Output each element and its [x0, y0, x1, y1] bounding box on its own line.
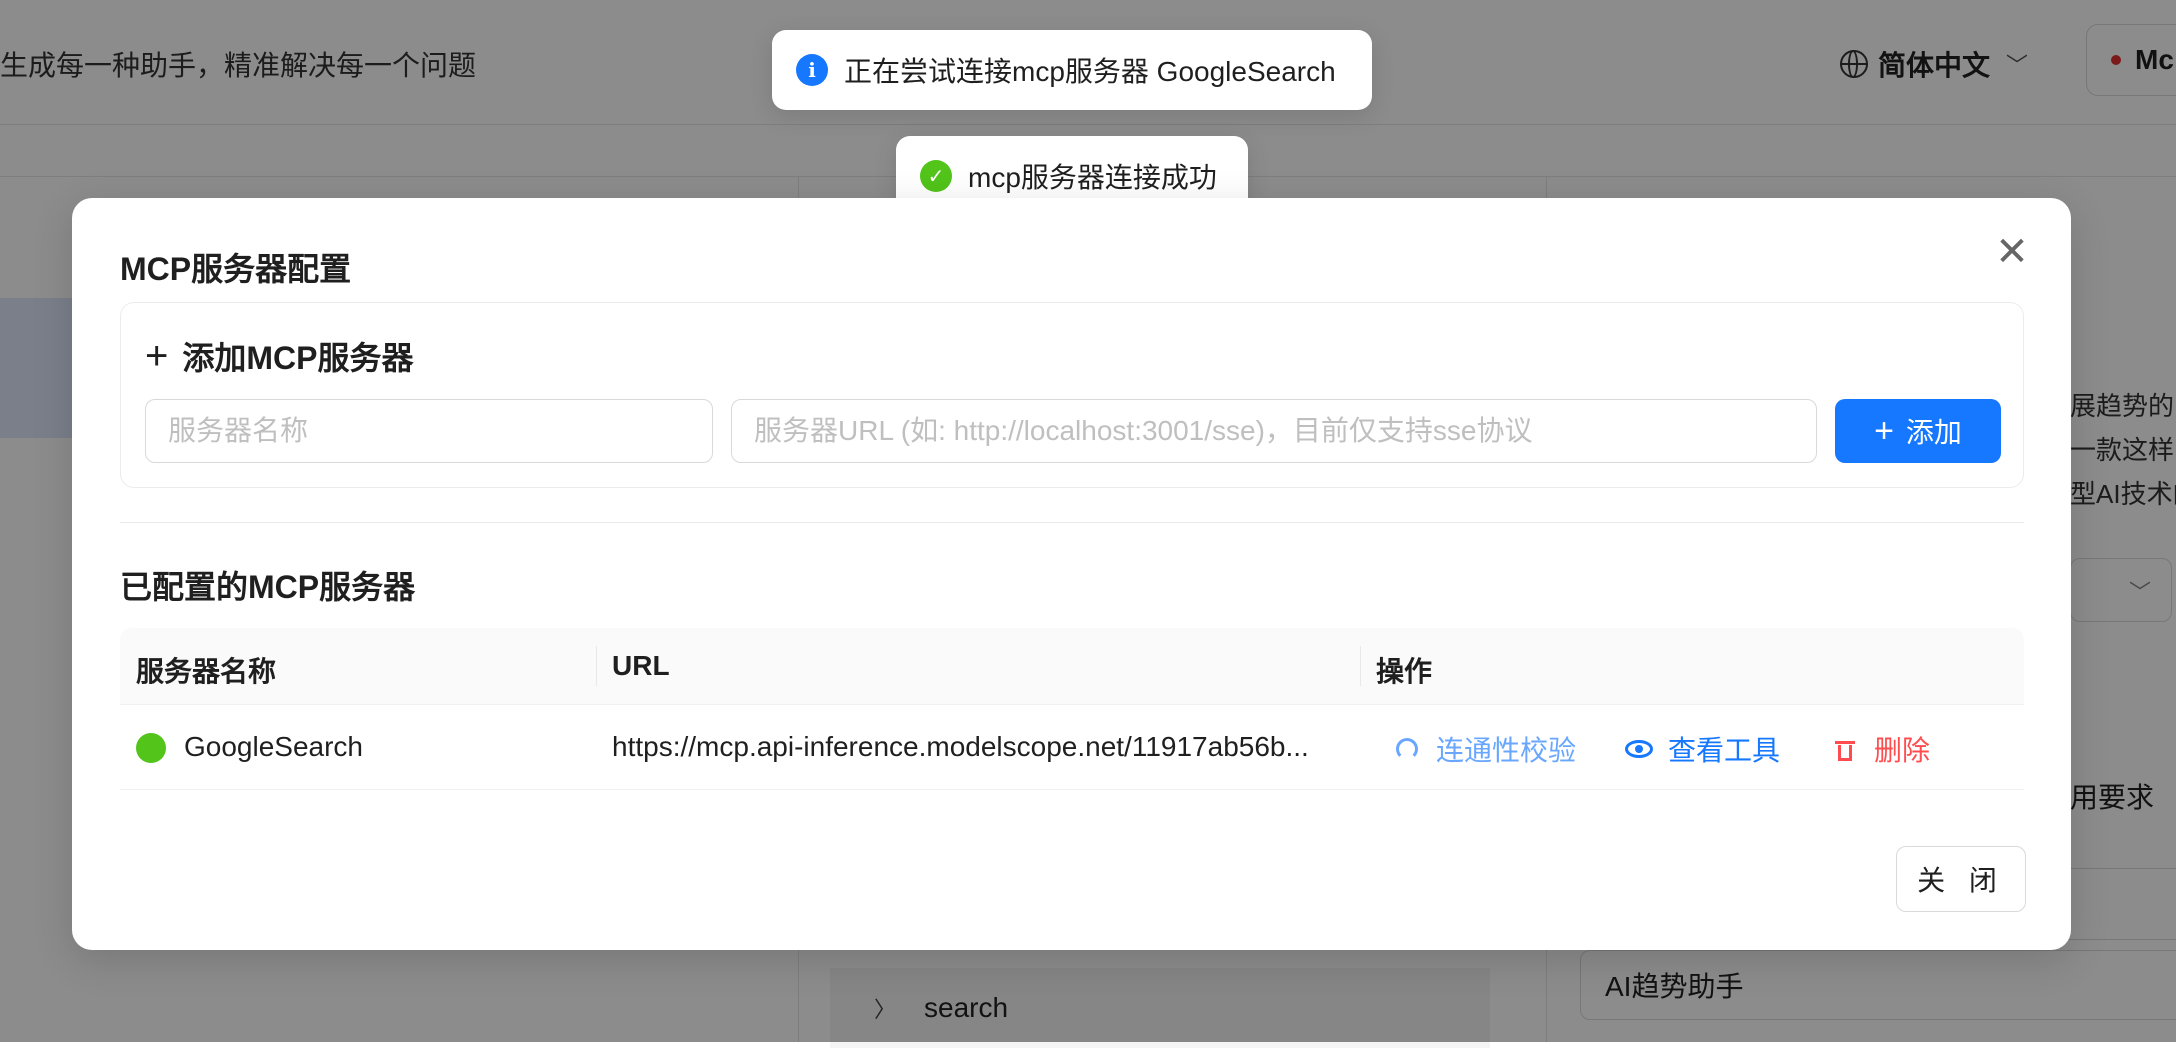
- info-toast: i 正在尝试连接mcp服务器 GoogleSearch: [772, 30, 1372, 110]
- add-button-label: 添加: [1905, 417, 1962, 448]
- trash-icon: [1830, 734, 1860, 764]
- delete-label: 删除: [1874, 735, 1931, 766]
- server-name-input[interactable]: [145, 399, 713, 463]
- server-url-input[interactable]: [731, 399, 1817, 463]
- connectivity-check-label: 连通性校验: [1436, 735, 1577, 766]
- plus-icon: +: [1874, 412, 1894, 450]
- success-toast-text: mcp服务器连接成功: [968, 162, 1217, 193]
- view-tools-label: 查看工具: [1668, 735, 1781, 766]
- add-server-title: 添加MCP服务器: [182, 340, 414, 376]
- servers-table: 服务器名称 URL 操作 GoogleSearch https://mcp.ap…: [120, 628, 2024, 790]
- configured-servers-title: 已配置的MCP服务器: [120, 569, 416, 605]
- add-server-button[interactable]: + 添加: [1835, 399, 2001, 463]
- delete-button[interactable]: 删除: [1830, 729, 1930, 769]
- close-button[interactable]: 关 闭: [1896, 846, 2026, 912]
- add-server-heading: + 添加MCP服务器: [145, 333, 413, 379]
- modal-title: MCP服务器配置: [120, 251, 352, 287]
- close-icon[interactable]: ✕: [1992, 232, 2032, 272]
- table-header: 服务器名称 URL 操作: [120, 628, 2024, 705]
- info-icon: i: [796, 54, 828, 86]
- eye-icon: [1624, 734, 1654, 764]
- loading-icon: [1392, 734, 1422, 764]
- connectivity-check-button[interactable]: 连通性校验: [1392, 729, 1576, 769]
- column-separator: [1360, 646, 1361, 686]
- column-header-actions: 操作: [1376, 656, 1433, 687]
- server-url-cell: https://mcp.api-inference.modelscope.net…: [612, 731, 1309, 762]
- column-header-name: 服务器名称: [136, 656, 277, 687]
- server-name-cell: GoogleSearch: [184, 731, 364, 762]
- connection-status-dot: [136, 733, 166, 763]
- divider: [120, 522, 2024, 523]
- mcp-config-modal: MCP服务器配置 ✕ + 添加MCP服务器 + 添加 已配置的MCP服务器 服务…: [72, 198, 2071, 950]
- check-circle-icon: ✓: [920, 160, 952, 192]
- table-row: GoogleSearch https://mcp.api-inference.m…: [120, 705, 2024, 790]
- plus-icon: +: [145, 334, 169, 378]
- column-header-url: URL: [612, 650, 670, 681]
- add-server-card: + 添加MCP服务器 + 添加: [120, 302, 2024, 488]
- view-tools-button[interactable]: 查看工具: [1624, 729, 1780, 769]
- info-toast-text: 正在尝试连接mcp服务器 GoogleSearch: [844, 56, 1336, 87]
- column-separator: [596, 646, 597, 686]
